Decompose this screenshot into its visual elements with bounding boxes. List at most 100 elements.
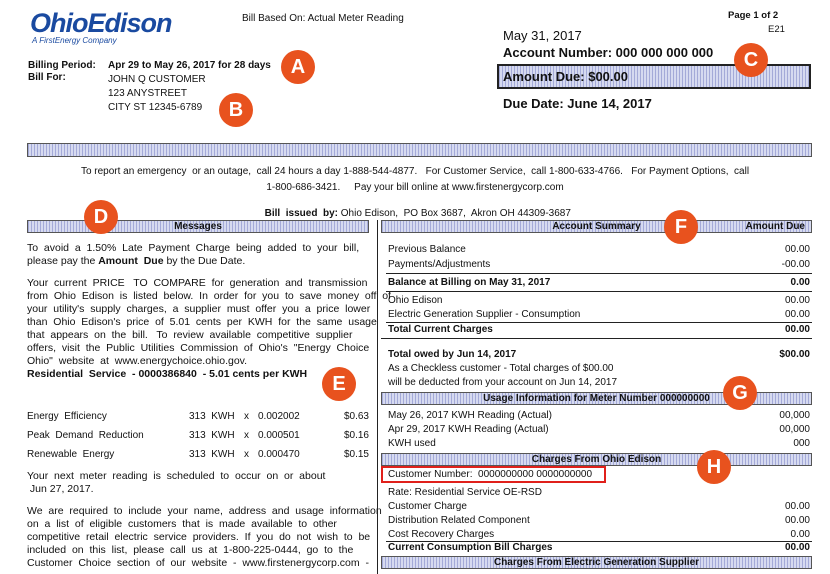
- ptc-line: that appears on the bill. To review avai…: [27, 329, 353, 341]
- kwh-used-value: 000: [793, 438, 810, 449]
- reading-row: May 26, 2017 KWH Reading (Actual) 00,000: [388, 409, 810, 422]
- total-current-label: Total Current Charges: [388, 324, 493, 335]
- bill-issued-label: Bill issued by:: [264, 208, 338, 219]
- ptc-line: Your current PRICE TO COMPARE for genera…: [27, 277, 368, 289]
- badge-a: A: [281, 50, 315, 84]
- checkless-line: As a Checkless customer - Total charges …: [388, 363, 614, 374]
- ptc-line: than Ohio Edison's price of 5.01 cents p…: [27, 316, 377, 328]
- amount-due-column-title: Amount Due: [745, 221, 805, 232]
- previous-balance-label: Previous Balance: [388, 244, 466, 255]
- previous-balance-row: Previous Balance 00.00: [388, 243, 810, 256]
- customer-number: Customer Number: 0000000000 0000000000: [388, 469, 593, 480]
- reading-value: 00,000: [779, 410, 810, 421]
- bill-based-on: Bill Based On: Actual Meter Reading: [242, 13, 404, 24]
- egs-label: Electric Generation Supplier - Consumpti…: [388, 309, 581, 320]
- page-number: Page 1 of 2: [728, 10, 779, 21]
- ohio-edison-row: Ohio Edison 00.00: [388, 294, 810, 307]
- cost-recovery-value: 0.00: [790, 529, 810, 540]
- badge-d: D: [84, 200, 118, 234]
- messages-header: Messages: [27, 220, 369, 233]
- next-reading-line: Your next meter reading is scheduled to …: [27, 470, 326, 482]
- contact-line-3: Bill issued by: Ohio Edison, PO Box 3687…: [0, 197, 830, 219]
- customer-charge-value: 00.00: [784, 501, 810, 512]
- reading-value: 00,000: [779, 424, 810, 435]
- contact-line-1: To report an emergency or an outage, cal…: [80, 166, 750, 177]
- account-number: Account Number: 000 000 000 000: [503, 45, 714, 60]
- contact-line-2: 1-800-686-3421. Pay your bill online at …: [266, 182, 564, 193]
- charges-oe-header: Charges From Ohio Edison: [381, 453, 812, 466]
- balance-label: Balance at Billing on May 31, 2017: [388, 277, 551, 288]
- rider-label: Energy Efficiency: [27, 411, 107, 422]
- customer-list-line: included on this list, please call us at…: [27, 544, 354, 556]
- payments-row: Payments/Adjustments -00.00: [388, 258, 810, 271]
- separator: [386, 291, 812, 292]
- badge-h: H: [697, 450, 731, 484]
- billing-period-value: Apr 29 to May 26, 2017 for 28 days: [108, 60, 271, 71]
- kwh-used-row: KWH used 000: [388, 437, 810, 450]
- current-consumption-value: 00.00: [784, 542, 810, 553]
- egs-value: 00.00: [784, 309, 810, 320]
- late-charge-text: please pay the: [27, 255, 99, 267]
- customer-list-line: competitive retail electric service prov…: [27, 531, 371, 543]
- logo-text: OhioEdison: [30, 8, 173, 38]
- egs-row: Electric Generation Supplier - Consumpti…: [388, 308, 810, 321]
- ptc-line: from Ohio Edison is listed below. In ord…: [27, 290, 391, 302]
- payments-value: -00.00: [781, 259, 810, 270]
- late-charge-end: by the Due Date.: [163, 255, 246, 267]
- rate-row: Rate: Residential Service OE-RSD: [388, 487, 542, 498]
- account-summary-title: Account Summary: [552, 221, 641, 232]
- rider-amount: $0.63: [343, 411, 369, 422]
- account-summary-header: Account Summary Amount Due: [381, 220, 812, 233]
- kwh-used-label: KWH used: [388, 438, 436, 449]
- bill-for-label: Bill For:: [28, 72, 66, 83]
- customer-charge-row: Customer Charge 00.00: [388, 500, 810, 513]
- rider-kwh: 313 KWH: [189, 449, 235, 460]
- next-reading-line: Jun 27, 2017.: [27, 483, 94, 495]
- reading-label: Apr 29, 2017 KWH Reading (Actual): [388, 424, 549, 435]
- rider-kwh: 313 KWH: [189, 411, 235, 422]
- divider-bar: [27, 143, 812, 157]
- message-late-charge: To avoid a 1.50% Late Payment Charge bei…: [27, 242, 369, 268]
- current-consumption-row: Current Consumption Bill Charges 00.00: [388, 541, 810, 554]
- amount-due: Amount Due: $00.00: [503, 69, 628, 84]
- rider-amount: $0.15: [343, 449, 369, 460]
- reading-row: Apr 29, 2017 KWH Reading (Actual) 00,000: [388, 423, 810, 436]
- customer-street: 123 ANYSTREET: [108, 88, 187, 99]
- bill-date: May 31, 2017: [503, 28, 582, 43]
- rider-rate: 0.000470: [258, 449, 300, 460]
- customer-charge-label: Customer Charge: [388, 501, 467, 512]
- ptc-line: offers, visit the Public Utilities Commi…: [27, 342, 370, 354]
- badge-f: F: [664, 210, 698, 244]
- separator: [386, 273, 812, 274]
- message-price-to-compare: Your current PRICE TO COMPARE for genera…: [27, 277, 391, 381]
- customer-list-line: Customer Choice section of our website -…: [27, 557, 369, 569]
- billing-period-label: Billing Period:: [28, 60, 96, 71]
- customer-list-line: We are required to include your name, ad…: [27, 505, 382, 517]
- rider-x: x: [244, 430, 249, 441]
- due-date: Due Date: June 14, 2017: [503, 96, 652, 111]
- separator: [381, 338, 812, 339]
- customer-number-box: Customer Number: 0000000000 0000000000: [381, 466, 606, 483]
- total-owed-row: Total owed by Jun 14, 2017 $00.00: [388, 348, 810, 361]
- previous-balance-value: 00.00: [784, 244, 810, 255]
- late-charge-line-2: please pay the Amount Due by the Due Dat…: [27, 255, 369, 268]
- badge-c: C: [734, 43, 768, 77]
- distribution-label: Distribution Related Component: [388, 515, 530, 526]
- charges-egs-header: Charges From Electric Generation Supplie…: [381, 556, 812, 569]
- cost-recovery-label: Cost Recovery Charges: [388, 529, 495, 540]
- customer-address: JOHN Q CUSTOMER 123 ANYSTREET CITY ST 12…: [108, 73, 206, 115]
- total-current-row: Total Current Charges 00.00: [388, 323, 810, 336]
- customer-list-line: on a list of eligible customers that is …: [27, 518, 337, 530]
- page-code: E21: [768, 24, 785, 35]
- late-charge-bold: Amount Due: [98, 255, 164, 267]
- logo: OhioEdison A FirstEnergy Company: [30, 8, 190, 45]
- rider-amount: $0.16: [343, 430, 369, 441]
- badge-b: B: [219, 93, 253, 127]
- bill-issued-value: Ohio Edison, PO Box 3687, Akron OH 44309…: [338, 208, 571, 219]
- rider-x: x: [244, 449, 249, 460]
- ptc-line: Ohio" website at www.energychoice.ohio.g…: [27, 355, 248, 367]
- total-owed-value: $00.00: [779, 349, 810, 360]
- ohio-edison-label: Ohio Edison: [388, 295, 443, 306]
- total-owed-label: Total owed by Jun 14, 2017: [388, 349, 517, 360]
- rider-label: Peak Demand Reduction: [27, 430, 144, 441]
